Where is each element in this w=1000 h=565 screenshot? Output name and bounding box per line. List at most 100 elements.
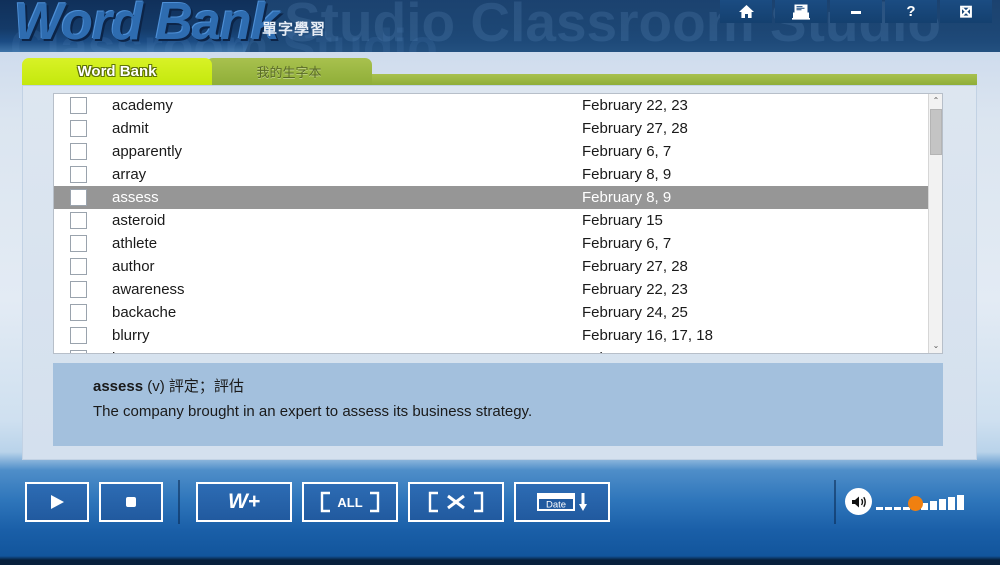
word-date: February 8, 9 [582, 166, 672, 183]
brackets-all-icon: ALL [320, 491, 380, 513]
word-checkbox[interactable] [70, 304, 87, 321]
word-label: admit [112, 120, 149, 137]
shuffle-button[interactable] [408, 482, 504, 522]
word-date: February 27, 28 [582, 258, 688, 275]
word-date: February 27, 28 [582, 120, 688, 137]
app-logo-subtitle: 單字學習 [262, 21, 327, 38]
word-list-row[interactable]: asteroid February 15 [54, 209, 929, 232]
word-date: February 6, 7 [582, 350, 671, 353]
word-list-row[interactable]: academy February 22, 23 [54, 94, 929, 117]
volume-step[interactable] [939, 498, 946, 510]
app-logo: Word Bank [14, 0, 280, 51]
minimize-icon: ▬ [851, 5, 861, 17]
tab-word-bank-label: Word Bank [77, 63, 157, 80]
word-list-row[interactable]: author February 27, 28 [54, 255, 929, 278]
word-label: asteroid [112, 212, 166, 229]
select-all-button[interactable]: ALL [302, 482, 398, 522]
word-label: author [112, 258, 155, 275]
add-word-label: W+ [227, 490, 261, 513]
word-list-row[interactable]: athlete February 6, 7 [54, 232, 929, 255]
word-list-row[interactable]: array February 8, 9 [54, 163, 929, 186]
close-button[interactable]: ⊠ [940, 0, 992, 23]
word-date: February 8, 9 [582, 189, 672, 206]
content-panel: academy February 22, 23 admit February 27, … [22, 85, 977, 460]
tab-word-bank[interactable]: Word Bank [22, 58, 212, 85]
word-list-row[interactable]: bFebruary 6, 7 [54, 347, 929, 353]
word-checkbox[interactable] [70, 281, 87, 298]
play-button[interactable] [25, 482, 89, 522]
volume-slider[interactable] [876, 494, 966, 511]
speaker-button[interactable] [845, 488, 872, 515]
word-date: February 6, 7 [582, 235, 672, 252]
volume-step[interactable] [930, 500, 937, 510]
sort-by-date-button[interactable]: Date [514, 482, 610, 522]
app-header: Studio Classroom Studio Classroom Studio… [0, 0, 1000, 52]
definition-headword: assess [93, 378, 144, 395]
word-label: apparently [112, 143, 183, 160]
word-checkbox[interactable] [70, 350, 87, 353]
word-label: awareness [112, 281, 185, 298]
volume-step[interactable] [885, 506, 892, 510]
stop-button[interactable] [99, 482, 163, 522]
brackets-x-icon [428, 491, 484, 513]
volume-control[interactable] [845, 488, 966, 515]
volume-step[interactable] [948, 497, 955, 510]
volume-knob[interactable] [908, 495, 923, 511]
volume-step[interactable] [876, 506, 883, 510]
add-word-button[interactable]: W+ [196, 482, 292, 522]
volume-divider [834, 480, 836, 524]
word-list-scrollbar[interactable]: ⌃ ⌄ [928, 94, 942, 353]
window-controls: ▬ ? ⊠ [720, 0, 992, 23]
word-checkbox[interactable] [70, 189, 87, 206]
question-mark-icon: ? [906, 3, 916, 20]
word-list-row[interactable]: backache February 24, 25 [54, 301, 929, 324]
word-list[interactable]: academy February 22, 23 admit February 27, … [53, 93, 943, 354]
word-checkbox[interactable] [70, 258, 87, 275]
volume-step[interactable] [894, 506, 901, 510]
word-checkbox[interactable] [70, 327, 87, 344]
word-checkbox[interactable] [70, 143, 87, 160]
word-list-row[interactable]: admit February 27, 28 [54, 117, 929, 140]
close-icon: ⊠ [958, 2, 974, 21]
word-date: February 15 [582, 212, 663, 229]
scrollbar-up-arrow[interactable]: ⌃ [929, 94, 942, 108]
home-button[interactable] [720, 0, 772, 23]
word-bank-app: Studio Classroom Studio Classroom Studio… [0, 0, 1000, 565]
svg-text:ALL: ALL [337, 495, 362, 510]
help-button[interactable]: ? [885, 0, 937, 23]
stop-icon [126, 497, 136, 507]
scrollbar-down-arrow[interactable]: ⌄ [929, 339, 942, 353]
home-icon [738, 5, 754, 18]
word-list-row[interactable]: assess February 8, 9 [54, 186, 929, 209]
word-checkbox[interactable] [70, 212, 87, 229]
toolbar-divider [178, 480, 180, 524]
print-button[interactable] [775, 0, 827, 23]
play-icon [51, 495, 64, 509]
tab-bar: Word Bank 我的生字本 [22, 58, 372, 85]
word-label: assess [112, 189, 159, 206]
definition-chinese: 評定；評估 [168, 378, 244, 395]
word-label: blurry [112, 327, 150, 344]
scrollbar-thumb[interactable] [930, 109, 942, 155]
word-checkbox[interactable] [70, 166, 87, 183]
word-list-row[interactable]: blurry February 16, 17, 18 [54, 324, 929, 347]
minimize-button[interactable]: ▬ [830, 0, 882, 23]
word-date: February 22, 23 [582, 97, 688, 114]
printer-icon [792, 4, 810, 20]
speaker-icon [851, 496, 866, 507]
word-label: backache [112, 304, 177, 321]
word-list-row[interactable]: apparently February 6, 7 [54, 140, 929, 163]
word-list-row[interactable]: awareness February 22, 23 [54, 278, 929, 301]
tab-my-vocabulary[interactable]: 我的生字本 [206, 58, 372, 85]
svg-text:Date: Date [546, 500, 566, 511]
word-date: February 16, 17, 18 [582, 327, 713, 344]
definition-part-of-speech: (v) [147, 378, 165, 395]
word-checkbox[interactable] [70, 120, 87, 137]
word-list-rows: academy February 22, 23 admit February 27, … [54, 94, 929, 353]
word-checkbox[interactable] [70, 235, 87, 252]
word-date: February 22, 23 [582, 281, 688, 298]
volume-step[interactable] [957, 495, 964, 510]
word-checkbox[interactable] [70, 97, 87, 114]
word-date: February 6, 7 [582, 143, 672, 160]
word-label: b [112, 350, 582, 353]
